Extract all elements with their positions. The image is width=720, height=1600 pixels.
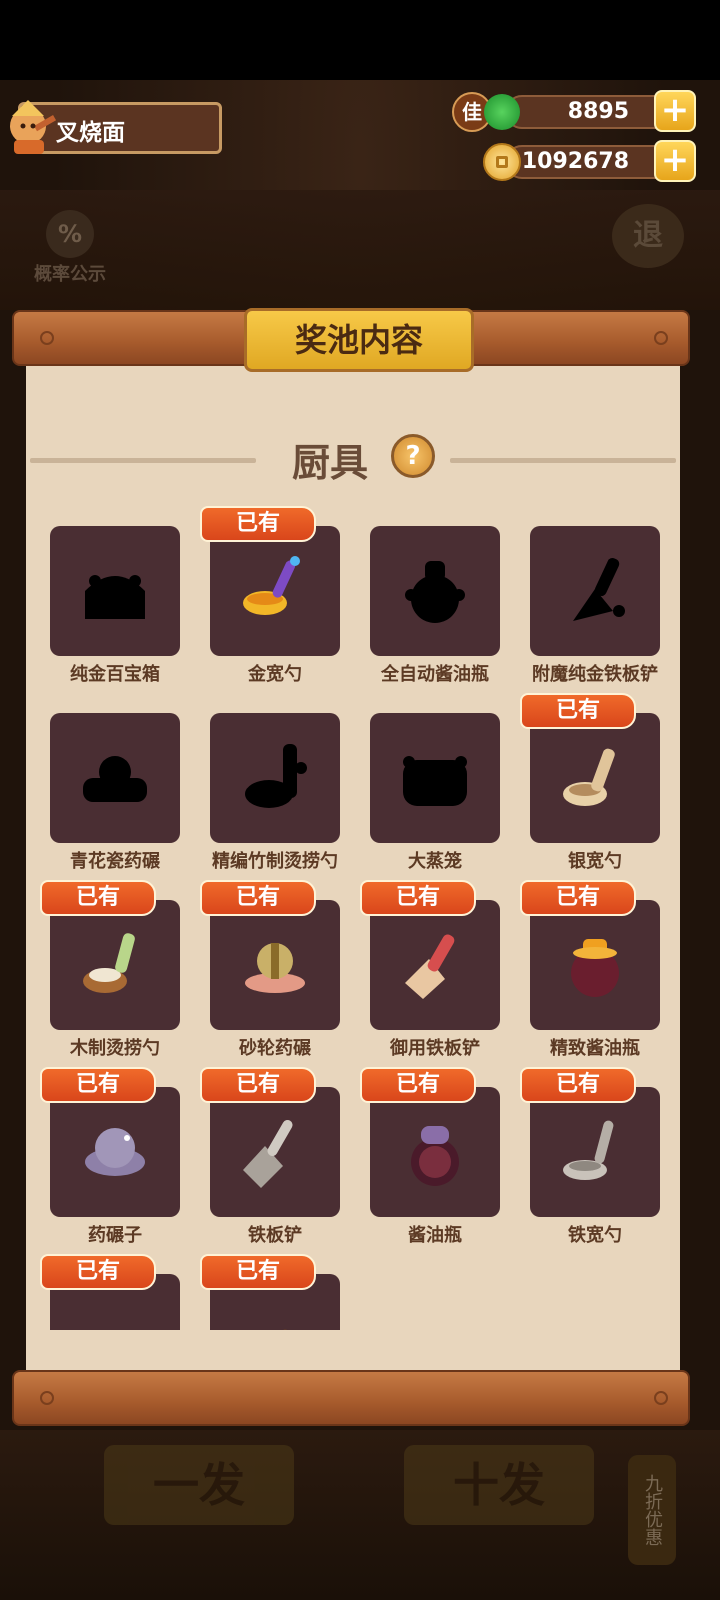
green-gem-icon [484, 94, 520, 130]
owned-badge: 已有 [360, 880, 476, 916]
owned-badge: 已有 [40, 880, 156, 916]
ten-draw-button: 十发 [404, 1445, 594, 1525]
chef-avatar-icon[interactable] [4, 96, 58, 156]
add-coins-button[interactable]: + [654, 140, 696, 182]
item-name: 铁板铲 [248, 1225, 302, 1246]
item-card[interactable]: 已有 [40, 1248, 180, 1330]
item-card[interactable]: 已有金宽勺 [200, 500, 340, 690]
rod-pin-icon [40, 331, 54, 345]
item-card[interactable]: 附魔纯金铁板铲 [530, 500, 660, 690]
panel-title: 奖池内容 [244, 308, 474, 372]
owned-badge: 已有 [520, 1067, 636, 1103]
iron-ladle-icon [563, 1120, 614, 1180]
scroll-bottom-rod [12, 1370, 690, 1426]
discount-badge: 九折优惠 [628, 1455, 676, 1565]
coin-bar: 1092678 [505, 145, 675, 179]
auto-soy-bottle-silhouette-icon [405, 561, 465, 623]
item-name: 木制烫捞勺 [70, 1038, 160, 1059]
wooden-strainer-icon [83, 933, 135, 993]
item-name: 金宽勺 [248, 664, 302, 685]
item-card[interactable]: 大蒸笼 [370, 687, 500, 877]
exit-button: 退 [612, 204, 684, 268]
owned-badge: 已有 [200, 1254, 316, 1290]
royal-spatula-icon [405, 934, 455, 999]
mortar-icon [269, 1329, 293, 1330]
item-card[interactable]: 已有铁板铲 [200, 1061, 340, 1251]
item-name: 附魔纯金铁板铲 [532, 664, 658, 685]
grinding-wheel-icon [245, 943, 305, 993]
bamboo-strainer-silhouette-icon [245, 744, 307, 808]
item-name: 酱油瓶 [408, 1225, 462, 1246]
rod-pin-icon [654, 331, 668, 345]
coin-icon [483, 143, 521, 181]
soy-bottle-icon [411, 1126, 459, 1186]
item-card[interactable]: 已有精致酱油瓶 [520, 874, 660, 1064]
rod-pin-icon [40, 1391, 54, 1405]
item-name: 砂轮药碾 [239, 1038, 311, 1059]
owned-badge: 已有 [200, 880, 316, 916]
owned-badge: 已有 [520, 880, 636, 916]
item-card[interactable]: 已有铁宽勺 [520, 1061, 660, 1251]
item-name: 精致酱油瓶 [550, 1038, 640, 1059]
item-card[interactable]: 精编竹制烫捞勺 [210, 687, 340, 877]
grinder-icon [85, 1128, 145, 1176]
fine-soy-bottle-icon [571, 939, 619, 997]
owned-badge: 已有 [40, 1254, 156, 1290]
owned-badge: 已有 [40, 1067, 156, 1103]
porcelain-grinder-silhouette-icon [83, 756, 147, 802]
item-name: 纯金百宝箱 [70, 664, 160, 685]
rod-pin-icon [654, 1391, 668, 1405]
steamer-silhouette-icon [403, 756, 467, 806]
divider [450, 458, 676, 463]
item-card[interactable]: 已有酱油瓶 [360, 1061, 500, 1251]
status-bar-area [0, 0, 720, 80]
item-name: 御用铁板铲 [390, 1038, 480, 1059]
item-card[interactable]: 已有银宽勺 [520, 687, 660, 877]
premium-currency-bar: 8895 [505, 95, 675, 129]
player-name: 叉烧面 [56, 120, 125, 146]
silver-ladle-icon [563, 748, 615, 806]
divider [30, 458, 256, 463]
item-grid[interactable]: 纯金百宝箱 已有 金宽勺 全自动酱油瓶 附魔纯金铁板铲 青花瓷药碾 精编竹制烫捞勺 大蒸笼 已有… [26, 500, 680, 1330]
item-name: 药碾子 [88, 1225, 142, 1246]
item-card[interactable]: 已有木制烫捞勺 [40, 874, 180, 1064]
item-name: 银宽勺 [568, 851, 622, 872]
item-card[interactable]: 已有药碾子 [40, 1061, 180, 1251]
barrel-icon [75, 1299, 155, 1330]
owned-badge: 已有 [360, 1067, 476, 1103]
single-draw-button: 一发 [104, 1445, 294, 1525]
item-name: 精编竹制烫捞勺 [212, 851, 338, 872]
help-icon[interactable]: ? [391, 434, 435, 478]
item-name: 铁宽勺 [568, 1225, 622, 1246]
add-premium-button[interactable]: + [654, 90, 696, 132]
treasure-chest-silhouette-icon [85, 575, 145, 619]
item-name: 青花瓷药碾 [70, 851, 160, 872]
probability-label: 概率公示 [34, 264, 106, 285]
owned-badge: 已有 [200, 1067, 316, 1103]
category-title: 厨具 [292, 441, 369, 485]
item-name: 大蒸笼 [408, 851, 462, 872]
item-card[interactable]: 青花瓷药碾 [50, 687, 180, 877]
item-card[interactable]: 纯金百宝箱 [50, 500, 180, 690]
owned-badge: 已有 [520, 693, 636, 729]
probability-disclosure-button: % 概率公示 [22, 210, 118, 285]
iron-spatula-icon [243, 1120, 293, 1188]
item-card[interactable]: 全自动酱油瓶 [370, 500, 500, 690]
percent-gear-icon: % [46, 210, 94, 258]
item-card[interactable]: 已有御用铁板铲 [360, 874, 500, 1064]
item-name: 全自动酱油瓶 [381, 664, 489, 685]
gold-ladle-icon [243, 556, 300, 615]
owned-badge: 已有 [200, 506, 316, 542]
enchanted-spatula-silhouette-icon [573, 557, 625, 621]
item-card[interactable]: 已有 [200, 1248, 340, 1330]
item-card[interactable]: 已有砂轮药碾 [200, 874, 340, 1064]
